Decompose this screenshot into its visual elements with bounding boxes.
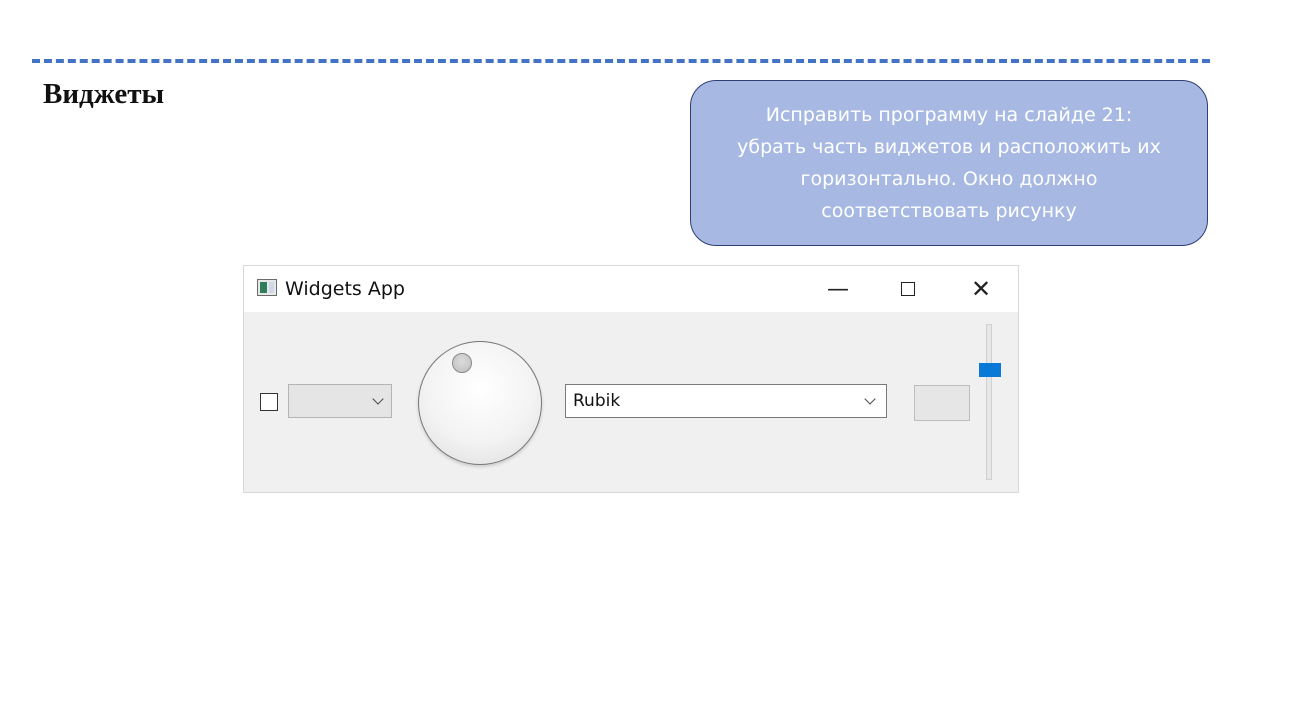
window-titlebar[interactable]: Widgets App — ✕ — [244, 266, 1018, 312]
window-title: Widgets App — [285, 278, 405, 300]
callout-line-4: соответствовать рисунку — [821, 200, 1077, 222]
app-icon — [257, 279, 277, 296]
vertical-slider-handle[interactable] — [979, 363, 1001, 377]
spin-box[interactable] — [914, 385, 970, 421]
chevron-down-icon — [864, 393, 876, 405]
header-dashed-divider — [32, 59, 1210, 63]
task-callout: Исправить программу на слайде 21: убрать… — [690, 80, 1208, 246]
font-combobox-value: Rubik — [573, 391, 621, 411]
slide-title: Виджеты — [43, 78, 165, 110]
callout-line-2: убрать часть виджетов и расположить их — [737, 136, 1161, 158]
font-combobox[interactable]: Rubik — [565, 384, 887, 418]
minimize-button[interactable]: — — [809, 266, 867, 312]
widgets-app-window: Widgets App — ✕ Rubik — [243, 265, 1019, 493]
empty-combobox[interactable] — [288, 384, 392, 418]
callout-line-3: горизонтально. Окно должно — [800, 168, 1098, 190]
close-icon: ✕ — [970, 275, 992, 303]
maximize-button[interactable] — [879, 266, 937, 312]
vertical-slider-track[interactable] — [986, 324, 992, 480]
callout-line-1: Исправить программу на слайде 21: — [765, 104, 1133, 126]
checkbox[interactable] — [260, 393, 278, 411]
close-button[interactable]: ✕ — [952, 266, 1010, 312]
chevron-down-icon — [372, 393, 384, 405]
dial-knob[interactable] — [418, 341, 542, 465]
minimize-icon: — — [827, 276, 849, 302]
dial-indicator — [452, 353, 472, 373]
maximize-icon — [901, 282, 915, 296]
